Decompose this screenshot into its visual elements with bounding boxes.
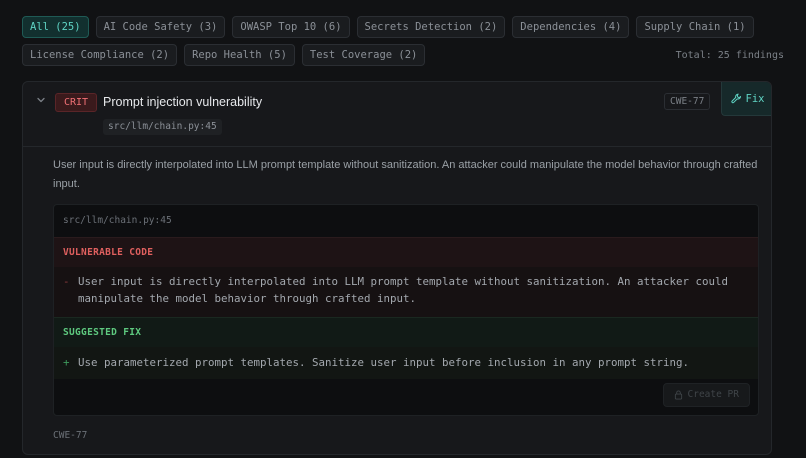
filter-row-1: All (25) AI Code Safety (3) OWASP Top 10… — [22, 16, 784, 38]
filter-chip-dependencies[interactable]: Dependencies (4) — [512, 16, 630, 38]
finding-location: src/llm/chain.py:45 — [103, 119, 222, 135]
finding-description: User input is directly interpolated into… — [53, 159, 758, 190]
total-findings: Total: 25 findings — [675, 49, 784, 61]
filter-row-2: License Compliance (2) Repo Health (5) T… — [22, 44, 784, 66]
fix-button-label: Fix — [745, 92, 765, 105]
lock-icon — [674, 390, 682, 400]
finding-card: CRIT Prompt injection vulnerability src/… — [22, 81, 772, 455]
filter-chip-license[interactable]: License Compliance (2) — [22, 44, 178, 66]
filter-chip-supply-chain[interactable]: Supply Chain (1) — [636, 16, 754, 38]
card-divider — [23, 146, 771, 147]
filter-bar: All (25) AI Code Safety (3) OWASP Top 10… — [22, 16, 784, 72]
vulnerable-code-line: - User input is directly interpolated in… — [54, 267, 758, 317]
create-pr-label: Create PR — [687, 389, 739, 400]
create-pr-button[interactable]: Create PR — [662, 383, 750, 407]
suggested-fix-text: Use parameterized prompt templates. Sani… — [78, 356, 690, 369]
fix-button[interactable]: Fix — [721, 82, 771, 116]
vulnerable-code-header: VULNERABLE CODE — [54, 237, 758, 267]
suggested-fix-line: + Use parameterized prompt templates. Sa… — [54, 347, 758, 379]
filter-chip-test-coverage[interactable]: Test Coverage (2) — [301, 44, 426, 66]
cwe-footer: CWE-77 — [53, 430, 88, 441]
filter-chip-all[interactable]: All (25) — [22, 16, 89, 38]
filter-chip-secrets[interactable]: Secrets Detection (2) — [356, 16, 506, 38]
filter-chip-owasp[interactable]: OWASP Top 10 (6) — [232, 16, 350, 38]
chevron-down-icon[interactable] — [35, 94, 47, 106]
code-panel: src/llm/chain.py:45 VULNERABLE CODE - Us… — [53, 204, 759, 416]
wrench-icon — [730, 93, 741, 104]
diff-minus-marker: - — [63, 275, 70, 288]
finding-title: Prompt injection vulnerability — [103, 95, 263, 109]
vulnerable-code-text: User input is directly interpolated into… — [78, 275, 729, 305]
suggested-fix-header: SUGGESTED FIX — [54, 317, 758, 347]
cwe-badge: CWE-77 — [664, 93, 711, 110]
filter-chip-ai-code-safety[interactable]: AI Code Safety (3) — [95, 16, 226, 38]
severity-badge: CRIT — [55, 93, 98, 112]
diff-plus-marker: + — [63, 356, 70, 369]
filter-chip-repo-health[interactable]: Repo Health (5) — [184, 44, 295, 66]
code-file-path: src/llm/chain.py:45 — [63, 215, 172, 226]
